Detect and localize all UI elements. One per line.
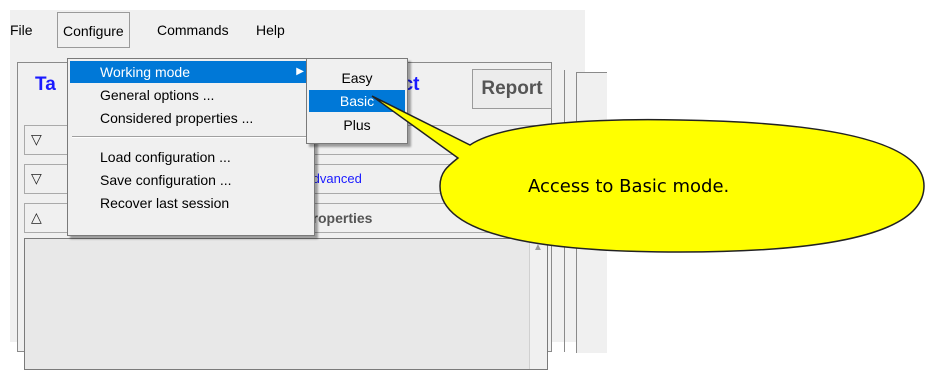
- callout-balloon: [371, 95, 925, 253]
- callout-text: Access to Basic mode.: [528, 176, 730, 197]
- callout-shape: [371, 95, 925, 253]
